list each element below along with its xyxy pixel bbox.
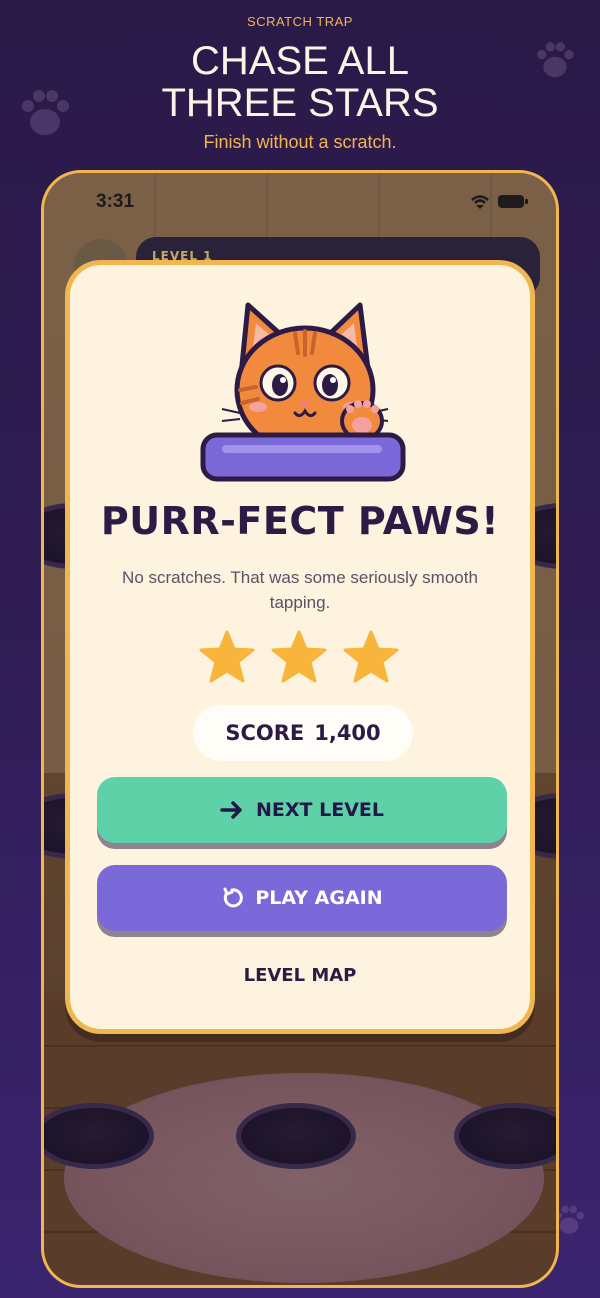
result-modal: PURR-FECT PAWS! No scratches. That was s…	[65, 260, 535, 1034]
promo-headline-line1: CHASE ALL	[191, 39, 409, 83]
status-time: 3:31	[96, 191, 135, 212]
cat-mascot-icon	[200, 302, 406, 482]
modal-message: No scratches. That was some seriously sm…	[122, 568, 478, 612]
next-level-label: NEXT LEVEL	[256, 799, 384, 821]
play-again-label: PLAY AGAIN	[255, 887, 383, 909]
star-icon	[199, 630, 255, 683]
play-again-button[interactable]: PLAY AGAIN	[97, 865, 507, 931]
promo-subhead: Finish without a scratch.	[203, 132, 397, 152]
score-value: 1,400	[314, 721, 381, 745]
score-badge: SCORE 1,400	[193, 705, 413, 761]
promo-headline: CHASE ALL THREE STARS	[0, 40, 600, 124]
promo-eyebrow: SCRATCH TRAP	[247, 14, 353, 29]
star-icon	[343, 630, 399, 683]
next-level-button[interactable]: NEXT LEVEL	[97, 777, 507, 843]
score-label: SCORE	[225, 721, 305, 745]
level-map-link[interactable]: LEVEL MAP	[70, 965, 530, 986]
star-icon	[271, 630, 327, 683]
star-rating	[198, 629, 412, 689]
replay-icon	[223, 887, 244, 908]
modal-title: PURR-FECT PAWS!	[100, 499, 500, 543]
arrow-right-icon	[220, 801, 242, 819]
promo-headline-line2: THREE STARS	[161, 81, 439, 125]
status-wifi-battery-icon	[471, 195, 528, 209]
